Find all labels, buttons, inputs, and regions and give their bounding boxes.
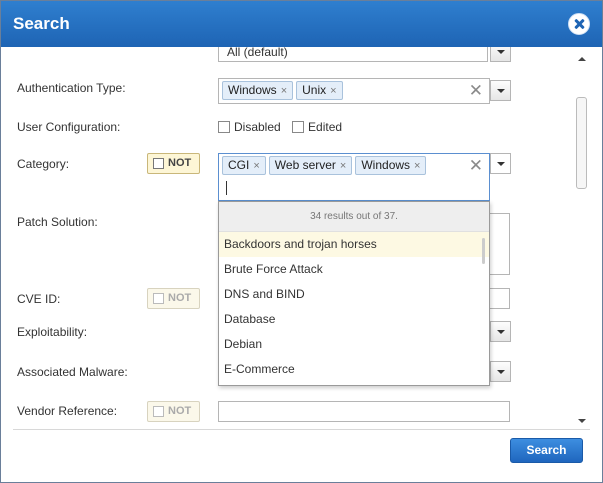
text-cursor	[226, 181, 227, 195]
auth-tag-windows: Windows ×	[222, 81, 294, 100]
form-scrollbar[interactable]	[573, 47, 590, 427]
auth-type-input[interactable]: Windows × Unix × ✕	[218, 78, 490, 104]
not-checkbox[interactable]	[153, 406, 164, 417]
category-not-toggle[interactable]: NOT	[147, 153, 200, 174]
category-input[interactable]: CGI × Web server × Windows × ✕	[218, 153, 490, 201]
chevron-down-icon[interactable]	[490, 80, 511, 101]
chevron-down-icon[interactable]	[490, 153, 511, 174]
malware-label: Associated Malware:	[17, 365, 128, 379]
top-select-value: All (default)	[227, 47, 288, 59]
clear-x-icon[interactable]: ✕	[469, 81, 483, 101]
vendor-label: Vendor Reference:	[17, 404, 118, 418]
category-label: Category:	[17, 157, 70, 171]
cve-not-toggle[interactable]: NOT	[147, 288, 200, 309]
cve-label: CVE ID:	[17, 292, 61, 306]
disabled-checkbox[interactable]	[218, 121, 230, 133]
dropdown-scrollbar[interactable]	[482, 238, 485, 264]
result-count: 34 results out of 37.	[219, 202, 489, 232]
category-tag-cgi: CGI ×	[222, 156, 266, 175]
edited-label: Edited	[308, 120, 343, 134]
search-button[interactable]: Search	[510, 438, 583, 463]
edited-checkbox[interactable]	[292, 121, 305, 133]
remove-x-icon[interactable]: ×	[330, 85, 336, 97]
chevron-down-icon[interactable]	[490, 361, 511, 382]
titlebar: Search	[1, 1, 602, 47]
vendor-not-toggle[interactable]: NOT	[147, 401, 200, 422]
not-checkbox[interactable]	[153, 158, 164, 169]
disabled-label: Disabled	[234, 120, 281, 134]
chevron-down-icon[interactable]	[490, 47, 511, 62]
remove-x-icon[interactable]: ×	[281, 85, 287, 97]
chevron-down-icon[interactable]	[490, 321, 511, 342]
dropdown-item[interactable]: Backdoors and trojan horses	[219, 232, 489, 257]
category-tag-webserver: Web server ×	[268, 156, 353, 175]
auth-type-label: Authentication Type:	[17, 81, 126, 95]
vendor-input[interactable]	[218, 401, 510, 422]
remove-x-icon[interactable]: ×	[340, 160, 346, 172]
close-icon[interactable]	[568, 13, 590, 35]
user-config-options: Disabled Edited	[218, 120, 342, 134]
remove-x-icon[interactable]: ×	[253, 160, 259, 172]
dropdown-item[interactable]: Database	[219, 307, 489, 332]
dropdown-item[interactable]: E-Commerce	[219, 357, 489, 382]
category-dropdown: 34 results out of 37. Backdoors and troj…	[218, 201, 490, 386]
user-config-label: User Configuration:	[17, 120, 121, 134]
search-dialog: Search All (default) Authentication Type…	[0, 0, 603, 483]
clear-x-icon[interactable]: ✕	[469, 156, 483, 176]
dialog-title: Search	[13, 14, 70, 33]
dropdown-item[interactable]: DNS and BIND	[219, 282, 489, 307]
top-select[interactable]: All (default)	[218, 47, 488, 62]
remove-x-icon[interactable]: ×	[414, 160, 420, 172]
footer-divider	[13, 429, 590, 430]
scroll-thumb[interactable]	[576, 97, 587, 189]
patch-label: Patch Solution:	[17, 215, 98, 229]
dropdown-item[interactable]: Brute Force Attack	[219, 257, 489, 282]
not-checkbox[interactable]	[153, 293, 164, 304]
dropdown-item[interactable]: Debian	[219, 332, 489, 357]
exploit-label: Exploitability:	[17, 325, 88, 339]
category-tag-windows: Windows ×	[355, 156, 427, 175]
auth-tag-unix: Unix ×	[296, 81, 343, 100]
